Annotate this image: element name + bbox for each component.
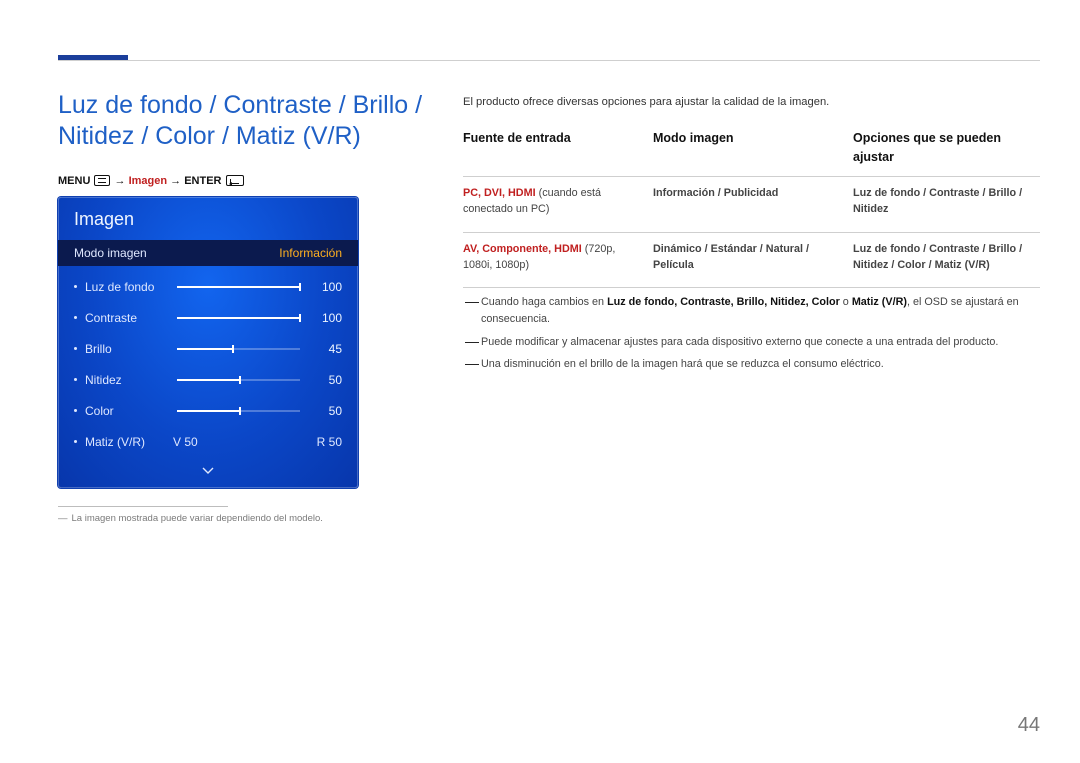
notes-list: ― Cuando haga cambios en Luz de fondo, C… [463,294,1040,373]
footnote: ― La imagen mostrada puede variar dependi… [58,513,423,524]
table-header-row: Fuente de entrada Modo imagen Opciones q… [463,129,1040,177]
osd-slider[interactable] [177,317,300,319]
osd-row-value: 45 [304,342,342,356]
breadcrumb-menu: MENU [58,175,90,187]
table-cell-source: PC, DVI, HDMI (cuando está conectado un … [463,177,653,232]
table-cell-mode: Información / Publicidad [653,177,853,232]
osd-slider-list: Luz de fondo 100 Contraste 100 [74,266,342,460]
intro-text: El producto ofrece diversas opciones par… [463,94,1040,111]
osd-slider-handle[interactable] [239,407,241,415]
page-body: Luz de fondo / Contraste / Brillo / Niti… [0,0,1080,524]
osd-row-value: 100 [304,280,342,294]
table-rule [463,288,1040,289]
footnote-separator [58,506,228,507]
osd-row-label: Contraste [85,311,173,325]
osd-row-brillo[interactable]: Brillo 45 [74,334,342,365]
chevron-down-icon [202,467,214,475]
note-text: Una disminución en el brillo de la image… [481,356,884,373]
table-row: AV, Componente, HDMI (720p, 1080i, 1080p… [463,233,1040,288]
table-cell-options: Luz de fondo / Contraste / Brillo / Niti… [853,233,1040,288]
page-title: Luz de fondo / Contraste / Brillo / Niti… [58,90,423,153]
table-row: PC, DVI, HDMI (cuando está conectado un … [463,177,1040,232]
bold-terms: Matiz (V/R) [852,296,907,308]
table-header: Fuente de entrada [463,129,653,177]
osd-panel: Imagen Modo imagen Información Luz de fo… [58,197,358,488]
bullet-icon [74,409,77,412]
bullet-icon [74,316,77,319]
enter-icon [226,175,244,186]
table-cell-mode: Dinámico / Estándar / Natural / Película [653,233,853,288]
osd-slider-fill [177,317,300,319]
note-item: ― Una disminución en el brillo de la ima… [463,356,1040,373]
dash-icon: ― [58,513,68,524]
breadcrumb-arrow-1: → [115,175,126,187]
dash-icon: ― [463,334,481,351]
osd-row-nitidez[interactable]: Nitidez 50 [74,365,342,396]
note-item: ― Cuando haga cambios en Luz de fondo, C… [463,294,1040,327]
osd-slider-handle[interactable] [239,376,241,384]
dash-icon: ― [463,356,481,373]
osd-slider-handle[interactable] [232,345,234,353]
bullet-icon [74,440,77,443]
breadcrumb-section: Imagen [129,175,168,187]
osd-mode-value: Información [279,246,342,260]
menu-icon [94,175,110,186]
osd-slider[interactable] [177,348,300,350]
osd-row-color[interactable]: Color 50 [74,396,342,427]
options-table: Fuente de entrada Modo imagen Opciones q… [463,129,1040,288]
osd-slider-handle[interactable] [299,314,301,322]
osd-matiz-right: R 50 [317,435,342,449]
osd-slider-fill [177,348,232,350]
osd-matiz-left: V 50 [173,435,198,449]
osd-row-label: Brillo [85,342,173,356]
osd-row-value: 50 [304,404,342,418]
dash-icon: ― [463,294,481,327]
osd-mode-label: Modo imagen [74,246,147,260]
osd-mode-row[interactable]: Modo imagen Información [58,240,358,266]
osd-slider-fill [177,379,239,381]
osd-row-label: Luz de fondo [85,280,173,294]
osd-row-matiz[interactable]: Matiz (V/R) V 50 R 50 [74,427,342,458]
osd-row-value: 50 [304,373,342,387]
red-bold: AV, Componente, HDMI [463,243,582,255]
note-text: Puede modificar y almacenar ajustes para… [481,334,998,351]
top-rule [58,60,1040,61]
bullet-icon [74,285,77,288]
osd-row-label: Color [85,404,173,418]
bold-terms: Luz de fondo, Contraste, Brillo, Nitidez… [607,296,840,308]
breadcrumb-enter: ENTER [184,175,221,187]
osd-slider[interactable] [177,410,300,412]
osd-slider[interactable] [177,379,300,381]
footnote-text: La imagen mostrada puede variar dependie… [72,513,323,524]
right-column: El producto ofrece diversas opciones par… [463,90,1040,524]
table-cell-options: Luz de fondo / Contraste / Brillo / Niti… [853,177,1040,232]
osd-slider-handle[interactable] [299,283,301,291]
table-header: Modo imagen [653,129,853,177]
page-number: 44 [1018,714,1040,737]
osd-down-button[interactable] [74,464,342,478]
osd-slider-fill [177,286,300,288]
osd-row-label: Matiz (V/R) [85,435,173,449]
bullet-icon [74,347,77,350]
osd-slider-fill [177,410,239,412]
table-header: Opciones que se pueden ajustar [853,129,1040,177]
red-bold: PC, DVI, HDMI [463,187,536,199]
bullet-icon [74,378,77,381]
left-column: Luz de fondo / Contraste / Brillo / Niti… [58,90,423,524]
osd-slider[interactable] [177,286,300,288]
osd-row-luz-de-fondo[interactable]: Luz de fondo 100 [74,272,342,303]
osd-row-label: Nitidez [85,373,173,387]
osd-title: Imagen [74,209,342,230]
osd-row-value: 100 [304,311,342,325]
osd-row-contraste[interactable]: Contraste 100 [74,303,342,334]
breadcrumb: MENU → Imagen → ENTER [58,175,423,187]
note-text: Cuando haga cambios en Luz de fondo, Con… [481,294,1040,327]
breadcrumb-arrow-2: → [170,175,181,187]
note-item: ― Puede modificar y almacenar ajustes pa… [463,334,1040,351]
table-cell-source: AV, Componente, HDMI (720p, 1080i, 1080p… [463,233,653,288]
